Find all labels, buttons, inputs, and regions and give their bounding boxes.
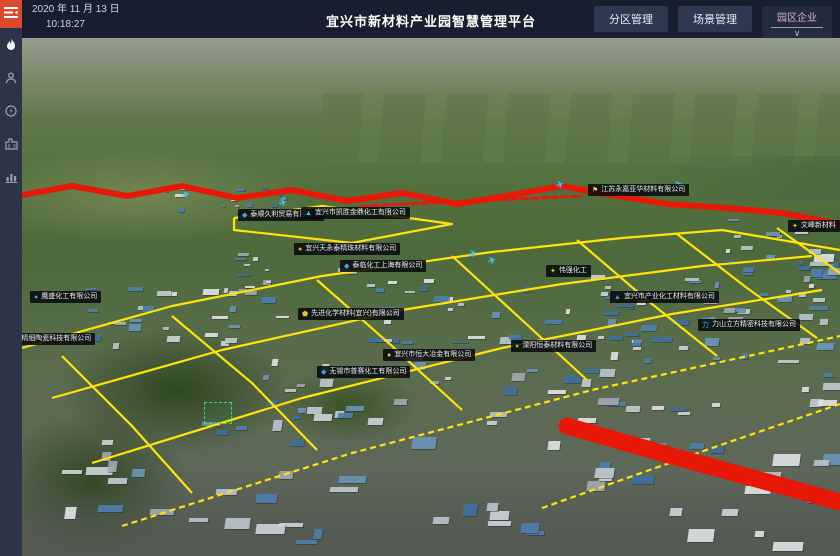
company-name: 先进化学材料(宜兴)有限公司 xyxy=(311,310,400,318)
chevron-down-icon: ∨ xyxy=(794,29,801,37)
sidebar-item-statistics[interactable] xyxy=(0,160,22,193)
company-name: 无锡市普赛化工有限公司 xyxy=(329,368,406,376)
company-name: 力山立方精密科技有限公司 xyxy=(712,321,796,329)
map-label[interactable]: ◆无锡市普赛化工有限公司 xyxy=(317,366,410,378)
map-label[interactable]: ✦文峰新材料 xyxy=(788,220,840,232)
map-label[interactable]: 力力山立方精密科技有限公司 xyxy=(698,319,800,331)
map-label[interactable]: ●宜兴市恒大冶金有限公司 xyxy=(383,349,475,361)
label-marker-icon: ⬟ xyxy=(302,311,308,318)
company-name: 宜兴市凯胜金鼎化工有限公司 xyxy=(315,209,406,217)
company-name: 宜兴市产业化工材料有限公司 xyxy=(624,293,715,301)
scene-management-button[interactable]: 场景管理 xyxy=(678,6,752,32)
company-name: 文峰新材料 xyxy=(801,222,836,230)
flame-icon xyxy=(5,38,17,52)
label-marker-icon: ● xyxy=(298,246,302,253)
company-name: 泰临化工上海有限公司 xyxy=(352,262,422,270)
company-name: 江苏永嘉亚华材料有限公司 xyxy=(601,186,685,194)
company-name: 宜兴市恒大冶金有限公司 xyxy=(394,351,471,359)
company-name: 鹰盛化工有限公司 xyxy=(41,293,97,301)
label-marker-icon: ● xyxy=(515,343,519,350)
company-labels-layer: ◆泰顺久利贸易有限公司▲宜兴市凯胜金鼎化工有限公司●宜兴天永泰精珠材料有限公司◆… xyxy=(22,38,840,556)
park-enterprise-label: 园区企业 xyxy=(771,9,823,28)
sidebar-item-energy[interactable] xyxy=(0,94,22,127)
map-label[interactable]: ●鹰盛化工有限公司 xyxy=(30,291,101,303)
label-marker-icon: ✦ xyxy=(792,223,798,230)
map-label[interactable]: ▲宜兴市产业化工材料有限公司 xyxy=(610,291,719,303)
map-label[interactable]: ●溧阳恒泰材料有限公司 xyxy=(511,340,596,352)
sidebar-item-factory[interactable] xyxy=(0,127,22,160)
power-icon xyxy=(5,105,17,117)
label-marker-icon: ▲ xyxy=(614,294,621,301)
map-label[interactable]: ◆泰临化工上海有限公司 xyxy=(340,260,426,272)
header-buttons: 分区管理 场景管理 园区企业 ∨ xyxy=(594,6,832,38)
company-name: 宜兴天永泰精珠材料有限公司 xyxy=(305,245,396,253)
map-label[interactable]: ●凌达精细陶瓷科技有限公司 xyxy=(22,333,95,345)
menu-toggle-button[interactable] xyxy=(0,0,22,28)
zone-management-button[interactable]: 分区管理 xyxy=(594,6,668,32)
label-marker-icon: ◆ xyxy=(321,369,326,376)
label-marker-icon: ◆ xyxy=(344,263,349,270)
person-icon xyxy=(5,72,17,84)
factory-icon xyxy=(5,138,18,150)
bar-chart-icon xyxy=(5,171,18,183)
map-label[interactable]: ●宜兴天永泰精珠材料有限公司 xyxy=(294,243,400,255)
company-name: 溧阳恒泰材料有限公司 xyxy=(522,342,592,350)
label-marker-icon: 力 xyxy=(702,322,709,329)
label-marker-icon: ▲ xyxy=(305,210,312,217)
company-name: 凌达精细陶瓷科技有限公司 xyxy=(22,335,91,343)
company-name: 伟强化工 xyxy=(559,267,587,275)
sidebar-item-fire[interactable] xyxy=(0,28,22,61)
sidebar-item-person[interactable] xyxy=(0,61,22,94)
park-enterprise-dropdown[interactable]: 园区企业 ∨ xyxy=(762,6,832,38)
map-label[interactable]: ✦伟强化工 xyxy=(546,265,591,277)
label-marker-icon: ◆ xyxy=(242,212,247,219)
map-label[interactable]: ⬟先进化学材料(宜兴)有限公司 xyxy=(298,308,404,320)
label-marker-icon: ⚑ xyxy=(592,187,598,194)
map-label[interactable]: ▲宜兴市凯胜金鼎化工有限公司 xyxy=(301,207,410,219)
map-label[interactable]: ⚑江苏永嘉亚华材料有限公司 xyxy=(588,184,689,196)
label-marker-icon: ● xyxy=(34,294,38,301)
left-sidebar xyxy=(0,0,22,556)
app-window: 2020 年 11 月 13 日 10:18:27 宜兴市新材料产业园智慧管理平… xyxy=(0,0,840,556)
top-header: 2020 年 11 月 13 日 10:18:27 宜兴市新材料产业园智慧管理平… xyxy=(22,0,840,38)
label-marker-icon: ✦ xyxy=(550,268,556,275)
map-3d-viewport[interactable]: ◆泰顺久利贸易有限公司▲宜兴市凯胜金鼎化工有限公司●宜兴天永泰精珠材料有限公司◆… xyxy=(22,38,840,556)
label-marker-icon: ● xyxy=(387,352,391,359)
hamburger-icon xyxy=(4,5,18,23)
